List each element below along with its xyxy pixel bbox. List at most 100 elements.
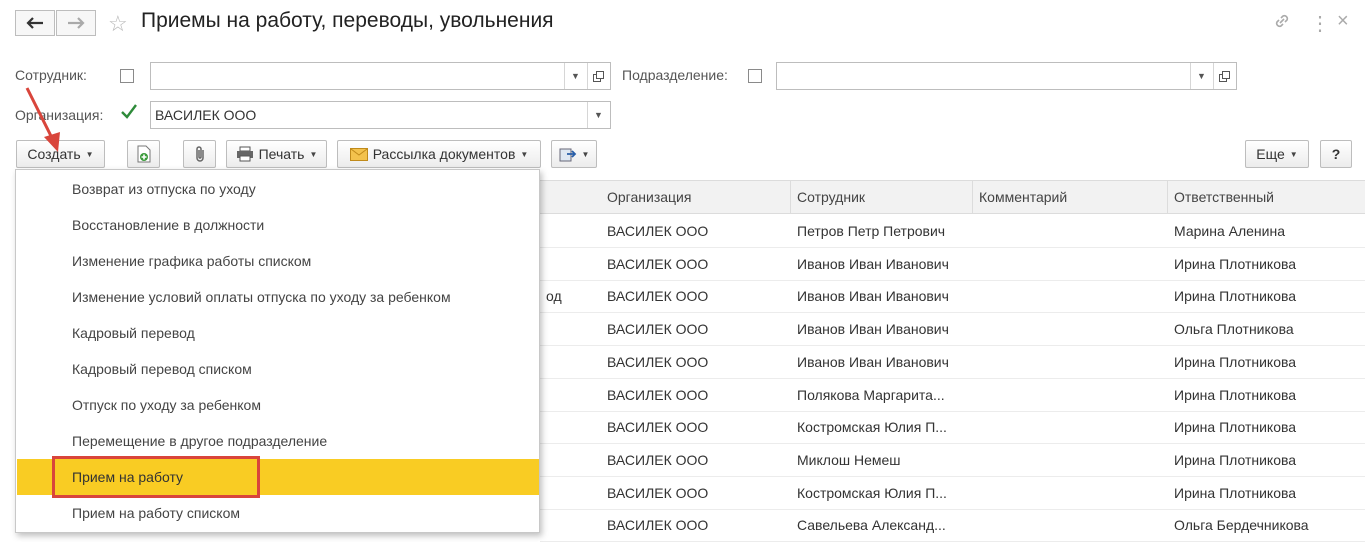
caret-down-icon: ▼: [309, 149, 318, 159]
print-label: Печать: [258, 146, 305, 162]
cell-employee: Петров Петр Петрович: [797, 223, 946, 239]
menu-item[interactable]: Перемещение в другое подразделение: [17, 423, 539, 459]
cell-employee: Савельева Александ...: [797, 517, 946, 534]
cell-comment: [973, 346, 1168, 378]
cell-partial-text: од: [546, 288, 562, 305]
table-row[interactable]: ВАСИЛЕК ООО Савельева Александ... Ольга Бе…: [540, 509, 1365, 542]
department-field[interactable]: ▼: [776, 62, 1237, 90]
cell-employee: Костромская Юлия П...: [797, 484, 947, 501]
more-vertical-icon[interactable]: ⋮: [1310, 11, 1330, 36]
menu-item[interactable]: Отпуск по уходу за ребенком: [17, 387, 539, 423]
menu-item[interactable]: Кадровый перевод списком: [17, 351, 539, 387]
cell-organization: ВАСИЛЕК ООО: [607, 223, 709, 239]
cell-responsible: Ольга Плотникова: [1174, 321, 1294, 338]
column-header-employee[interactable]: Сотрудник: [791, 181, 973, 213]
page-title: Приемы на работу, переводы, увольнения: [141, 9, 554, 32]
close-icon[interactable]: ×: [1337, 10, 1349, 33]
table-row[interactable]: ВАСИЛЕК ООО Иванов Иван Иванович Ирина Пло…: [540, 280, 1365, 314]
column-header-organization[interactable]: Организация: [601, 181, 791, 213]
cell-responsible: Ирина Плотникова: [1174, 484, 1297, 501]
create-copy-button[interactable]: [127, 140, 160, 168]
exchange-button[interactable]: ▼: [551, 140, 597, 168]
print-button[interactable]: Печать ▼: [226, 140, 327, 168]
organization-value: ВАСИЛЕК ООО: [155, 107, 257, 123]
department-label: Подразделение:: [622, 67, 728, 83]
cell-organization: ВАСИЛЕК ООО: [607, 484, 709, 501]
cell-employee: Миклош Немеш: [797, 451, 901, 468]
menu-item[interactable]: Восстановление в должности: [17, 207, 539, 243]
department-checkbox[interactable]: [748, 69, 762, 83]
link-icon[interactable]: [1273, 12, 1291, 35]
table-header: Организация Сотрудник Комментарий Ответс…: [540, 180, 1365, 214]
annotation-arrow-icon: [25, 87, 60, 152]
help-button[interactable]: ?: [1320, 140, 1352, 168]
open-window-icon: [1219, 70, 1230, 82]
caret-down-icon: ▼: [520, 149, 529, 159]
cell-organization: ВАСИЛЕК ООО: [607, 517, 709, 534]
caret-down-icon: ▼: [581, 149, 590, 159]
menu-item[interactable]: Прием на работу списком: [17, 495, 539, 531]
employee-checkbox[interactable]: [120, 69, 134, 83]
organization-field[interactable]: ВАСИЛЕК ООО ▼: [150, 101, 611, 129]
cell-comment: [973, 379, 1168, 411]
department-open-button[interactable]: [1213, 63, 1235, 89]
organization-dropdown-button[interactable]: ▼: [587, 102, 609, 128]
cell-comment: [973, 280, 1168, 312]
caret-down-icon: ▼: [1197, 71, 1206, 81]
cell-organization: ВАСИЛЕК ООО: [607, 419, 709, 436]
cell-comment: [973, 444, 1168, 476]
table-row[interactable]: ВАСИЛЕК ООО Костромская Юлия П... Ирина Пл…: [540, 411, 1365, 445]
add-document-icon: [137, 145, 150, 163]
envelope-icon: [349, 147, 368, 161]
table-row[interactable]: ВАСИЛЕК ООО Иванов Иван Иванович Ирина Пло…: [540, 346, 1365, 379]
organization-checkbox[interactable]: [120, 103, 138, 126]
menu-item[interactable]: Кадровый перевод: [17, 315, 539, 351]
cell-responsible: Ирина Плотникова: [1174, 255, 1297, 272]
column-header-responsible[interactable]: Ответственный: [1168, 181, 1365, 213]
department-dropdown-button[interactable]: ▼: [1190, 63, 1212, 89]
caret-down-icon: ▼: [594, 110, 603, 120]
cell-employee: Иванов Иван Иванович: [797, 353, 949, 370]
employee-field[interactable]: ▼: [150, 62, 611, 90]
table-row[interactable]: ВАСИЛЕК ООО Петров Петр Петрович Марина Ал…: [540, 215, 1365, 248]
more-button[interactable]: Еще ▼: [1245, 140, 1309, 168]
cell-responsible: Ирина Плотникова: [1174, 451, 1297, 468]
cell-responsible: Марина Аленина: [1174, 223, 1285, 239]
cell-comment: [973, 509, 1168, 541]
menu-item[interactable]: Возврат из отпуска по уходу: [17, 171, 539, 207]
cell-comment: [973, 313, 1168, 345]
highlight-annotation: [52, 456, 260, 498]
cell-comment: [973, 411, 1168, 443]
cell-responsible: Ирина Плотникова: [1174, 288, 1297, 305]
table-row[interactable]: ВАСИЛЕК ООО Костромская Юлия П... Ирина Пл…: [540, 477, 1365, 510]
printer-icon: [236, 146, 253, 162]
cell-organization: ВАСИЛЕК ООО: [607, 386, 709, 403]
cell-organization: ВАСИЛЕК ООО: [607, 288, 709, 305]
column-header-comment[interactable]: Комментарий: [973, 181, 1168, 213]
mailing-button[interactable]: Рассылка документов ▼: [337, 140, 541, 168]
cell-responsible: Ирина Плотникова: [1174, 419, 1297, 436]
caret-down-icon: ▼: [1289, 149, 1298, 159]
menu-item[interactable]: Изменение графика работы списком: [17, 243, 539, 279]
attach-button[interactable]: [183, 140, 216, 168]
cell-employee: Костромская Юлия П...: [797, 419, 947, 436]
cell-responsible: Ирина Плотникова: [1174, 353, 1297, 370]
cell-organization: ВАСИЛЕК ООО: [607, 321, 709, 338]
cell-responsible: Ирина Плотникова: [1174, 386, 1297, 403]
cell-employee: Иванов Иван Иванович: [797, 255, 949, 272]
help-label: ?: [1331, 146, 1341, 162]
cell-responsible: Ольга Бердечникова: [1174, 517, 1309, 534]
open-window-icon: [593, 70, 604, 82]
employee-open-button[interactable]: [587, 63, 609, 89]
menu-item[interactable]: Изменение условий оплаты отпуска по уход…: [17, 279, 539, 315]
cell-employee: Иванов Иван Иванович: [797, 321, 949, 338]
cell-comment: [973, 477, 1168, 509]
cell-employee: Иванов Иван Иванович: [797, 288, 949, 305]
table-row[interactable]: ВАСИЛЕК ООО Иванов Иван Иванович Ирина Пло…: [540, 248, 1365, 281]
employee-dropdown-button[interactable]: ▼: [564, 63, 586, 89]
table-row[interactable]: ВАСИЛЕК ООО Полякова Маргарита... Ирина Пл…: [540, 379, 1365, 412]
more-label: Еще: [1256, 146, 1285, 162]
table-row[interactable]: ВАСИЛЕК ООО Миклош Немеш Ирина Плотникова: [540, 444, 1365, 477]
cell-comment: [973, 215, 1168, 247]
table-row[interactable]: ВАСИЛЕК ООО Иванов Иван Иванович Ольга Пло…: [540, 313, 1365, 347]
